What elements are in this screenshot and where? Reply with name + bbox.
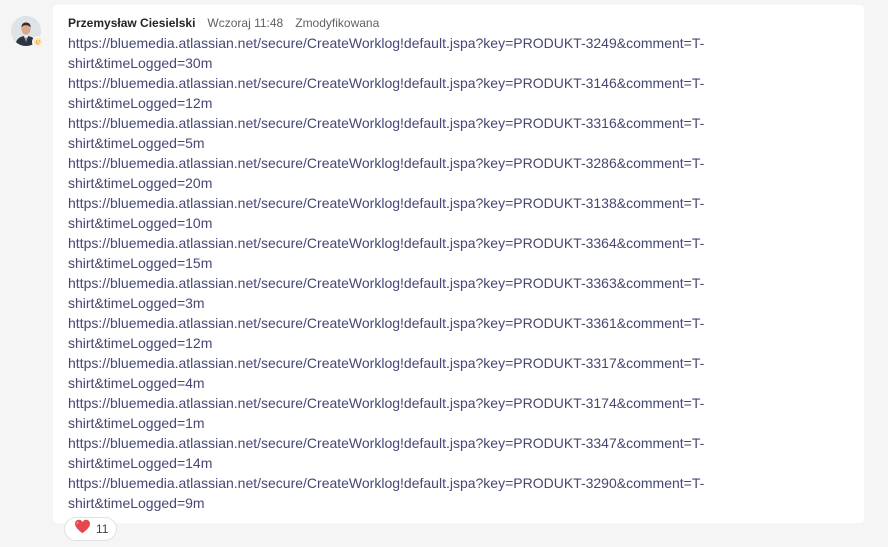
link-text-line1: https://bluemedia.atlassian.net/secure/C… [68, 75, 705, 91]
worklog-link[interactable]: https://bluemedia.atlassian.net/secure/C… [68, 433, 734, 473]
link-text-line2: shirt&timeLogged=9m [68, 495, 205, 511]
link-text-line1: https://bluemedia.atlassian.net/secure/C… [68, 35, 705, 51]
status-away-icon [32, 36, 44, 48]
link-text-line2: shirt&timeLogged=12m [68, 95, 213, 111]
link-text-line1: https://bluemedia.atlassian.net/secure/C… [68, 115, 705, 131]
link-text-line1: https://bluemedia.atlassian.net/secure/C… [68, 475, 705, 491]
link-text-line2: shirt&timeLogged=10m [68, 215, 213, 231]
message-timestamp: Wczoraj 11:48 [207, 16, 284, 30]
message-author[interactable]: Przemysław Ciesielski [68, 15, 195, 31]
link-text-line1: https://bluemedia.atlassian.net/secure/C… [68, 275, 705, 291]
worklog-link[interactable]: https://bluemedia.atlassian.net/secure/C… [68, 313, 734, 353]
link-text-line1: https://bluemedia.atlassian.net/secure/C… [68, 235, 705, 251]
link-text-line2: shirt&timeLogged=15m [68, 255, 213, 271]
worklog-link[interactable]: https://bluemedia.atlassian.net/secure/C… [68, 193, 734, 233]
heart-reaction-button[interactable]: 11 [64, 517, 118, 541]
link-text-line2: shirt&timeLogged=3m [68, 295, 205, 311]
worklog-link[interactable]: https://bluemedia.atlassian.net/secure/C… [68, 33, 734, 73]
link-text-line1: https://bluemedia.atlassian.net/secure/C… [68, 355, 705, 371]
link-text-line1: https://bluemedia.atlassian.net/secure/C… [68, 155, 705, 171]
link-text-line1: https://bluemedia.atlassian.net/secure/C… [68, 435, 705, 451]
chat-thread: Przemysław Ciesielski Wczoraj 11:48 Zmod… [0, 0, 888, 547]
worklog-link[interactable]: https://bluemedia.atlassian.net/secure/C… [68, 233, 734, 273]
worklog-link[interactable]: https://bluemedia.atlassian.net/secure/C… [68, 113, 734, 153]
link-text-line2: shirt&timeLogged=14m [68, 455, 213, 471]
avatar[interactable] [11, 16, 44, 48]
reaction-count: 11 [96, 522, 109, 536]
link-text-line2: shirt&timeLogged=1m [68, 415, 205, 431]
worklog-link[interactable]: https://bluemedia.atlassian.net/secure/C… [68, 473, 734, 513]
worklog-link[interactable]: https://bluemedia.atlassian.net/secure/C… [68, 353, 734, 393]
worklog-link[interactable]: https://bluemedia.atlassian.net/secure/C… [68, 73, 734, 113]
link-text-line2: shirt&timeLogged=12m [68, 335, 213, 351]
message-body: https://bluemedia.atlassian.net/secure/C… [68, 33, 734, 513]
worklog-link[interactable]: https://bluemedia.atlassian.net/secure/C… [68, 273, 734, 313]
link-text-line1: https://bluemedia.atlassian.net/secure/C… [68, 395, 705, 411]
link-text-line2: shirt&timeLogged=5m [68, 135, 205, 151]
worklog-link[interactable]: https://bluemedia.atlassian.net/secure/C… [68, 393, 734, 433]
message-header: Przemysław Ciesielski Wczoraj 11:48 Zmod… [68, 15, 849, 31]
link-text-line2: shirt&timeLogged=4m [68, 375, 205, 391]
link-text-line1: https://bluemedia.atlassian.net/secure/C… [68, 315, 705, 331]
heart-icon [74, 519, 91, 539]
link-text-line2: shirt&timeLogged=20m [68, 175, 213, 191]
link-text-line1: https://bluemedia.atlassian.net/secure/C… [68, 195, 705, 211]
message-bubble: Przemysław Ciesielski Wczoraj 11:48 Zmod… [53, 5, 864, 523]
edited-label: Zmodyfikowana [295, 16, 380, 30]
worklog-link[interactable]: https://bluemedia.atlassian.net/secure/C… [68, 153, 734, 193]
link-text-line2: shirt&timeLogged=30m [68, 55, 213, 71]
